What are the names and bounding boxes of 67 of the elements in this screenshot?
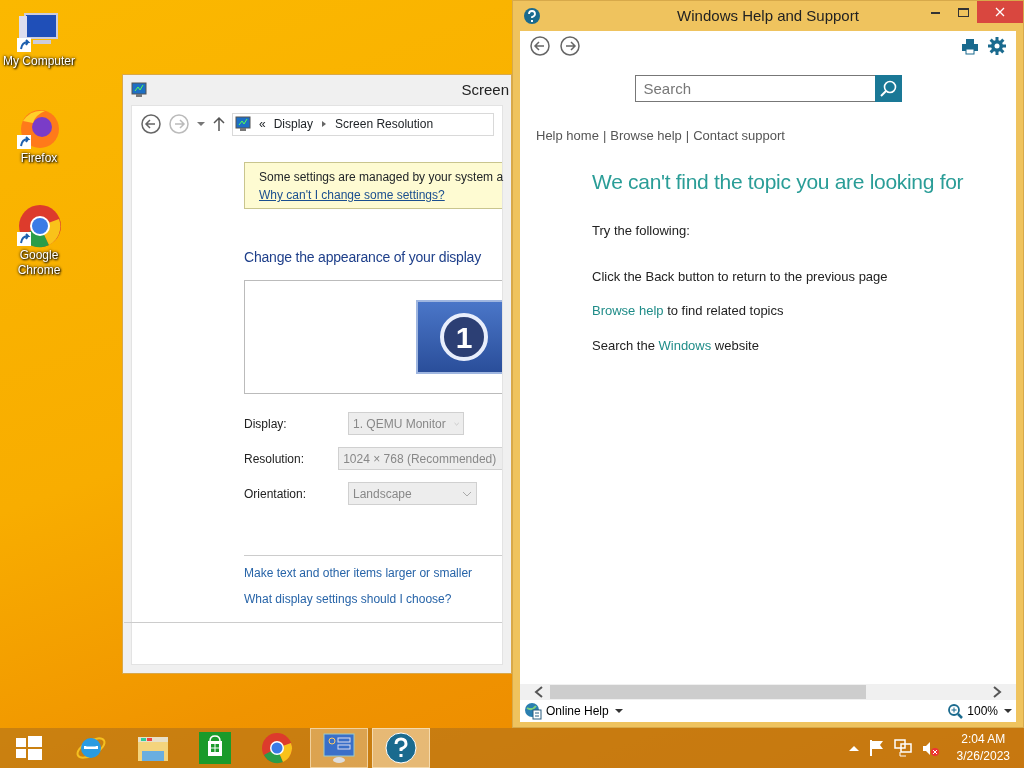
search-field[interactable]: Search	[634, 75, 875, 102]
monitor-number: 1	[440, 313, 488, 361]
setting-label: Orientation:	[244, 485, 308, 503]
print-icon[interactable]	[962, 37, 978, 55]
chevron-icon	[453, 420, 459, 427]
separator: |	[685, 127, 690, 145]
info-link[interactable]: Why can't I change some settings?	[259, 186, 504, 204]
section-heading: Change the appearance of your display	[244, 248, 482, 267]
show-hidden-icons-icon[interactable]	[848, 745, 859, 751]
paragraph: Browse help to find related topics	[592, 302, 785, 320]
taskbar-button[interactable]	[372, 728, 430, 768]
taskbar-button[interactable]	[310, 728, 368, 768]
text-link[interactable]: Windows	[658, 337, 712, 353]
page-heading: We can't find the topic you are looking for	[592, 168, 965, 195]
store-icon	[199, 732, 231, 764]
up-icon[interactable]	[212, 116, 226, 132]
window-title: Screen	[461, 79, 510, 100]
nav-link[interactable]: Help home	[536, 126, 599, 146]
chrome-icon[interactable]	[15, 202, 63, 248]
paragraph: Try the following:	[592, 222, 691, 240]
caret-icon	[1004, 709, 1012, 713]
help-icon	[523, 7, 541, 25]
monitor-icon	[235, 116, 251, 132]
chrome-icon	[261, 732, 293, 764]
forward-icon[interactable]	[560, 36, 580, 56]
window-title: Windows Help and Support	[676, 5, 860, 26]
settings-link[interactable]: Make text and other items larger or smaller	[244, 564, 502, 582]
scroll-right-icon[interactable]	[992, 686, 1002, 698]
chevron-icon	[462, 490, 472, 497]
search-icon	[879, 79, 897, 98]
monitor-drawing[interactable]: 1	[416, 300, 502, 374]
flag-icon[interactable]	[868, 739, 884, 757]
online-help-button[interactable]: Online Help	[546, 702, 623, 720]
separator: |	[602, 127, 607, 145]
breadcrumb-item[interactable]: Display	[273, 115, 314, 133]
monitor-icon	[131, 82, 147, 98]
text-link[interactable]: Browse help	[592, 303, 664, 318]
horizontal-scrollbar[interactable]	[520, 684, 1016, 700]
back-icon[interactable]	[140, 113, 162, 135]
nav-link[interactable]: Browse help	[610, 126, 682, 146]
clock-date: 3/26/2023	[956, 748, 1010, 765]
control-panel-icon	[323, 732, 355, 764]
search-button[interactable]	[874, 75, 902, 102]
network-icon[interactable]	[893, 739, 912, 757]
settings-icon[interactable]	[988, 37, 1006, 55]
paragraph: Click the Back button to return to the previous page	[592, 267, 889, 286]
breadcrumb-chevron[interactable]: «	[259, 115, 266, 133]
paragraph: Search the Windows website	[592, 336, 760, 355]
back-icon[interactable]	[530, 36, 550, 56]
help-icon	[385, 732, 417, 764]
setting-label: Display:	[244, 415, 288, 433]
zoom-button[interactable]: 100%	[967, 702, 1012, 720]
dropdown-icon[interactable]	[196, 121, 206, 127]
info-text: Some settings are managed by your system a	[259, 169, 504, 186]
windows-icon	[16, 736, 42, 760]
breadcrumb-item[interactable]: Screen Resolution	[335, 115, 434, 133]
close-icon	[995, 7, 1005, 17]
settings-link[interactable]: What display settings should I choose?	[244, 590, 502, 608]
address-bar[interactable]: « Display Screen Resolution	[232, 112, 494, 136]
maximize-icon	[957, 7, 969, 17]
nav-link[interactable]: Contact support	[693, 126, 785, 146]
clock-time: 2:04 AM	[960, 731, 1007, 748]
zoom-icon[interactable]	[948, 703, 964, 719]
setting-label: Resolution:	[244, 450, 306, 468]
caret-icon	[614, 709, 623, 713]
scroll-left-icon[interactable]	[534, 686, 544, 698]
breadcrumb-arrow-icon[interactable]	[321, 120, 328, 128]
